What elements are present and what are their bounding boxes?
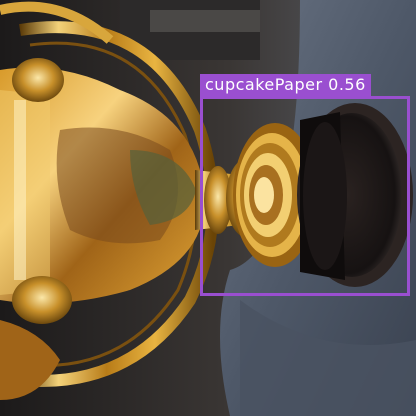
detection-bounding-box — [200, 96, 410, 296]
detection-label: cupcakePaper 0.56 — [200, 74, 371, 96]
photo-scene: cupcakePaper 0.56 — [0, 0, 416, 416]
detection-score: 0.56 — [328, 75, 366, 94]
detection-class-name: cupcakePaper — [205, 75, 323, 94]
